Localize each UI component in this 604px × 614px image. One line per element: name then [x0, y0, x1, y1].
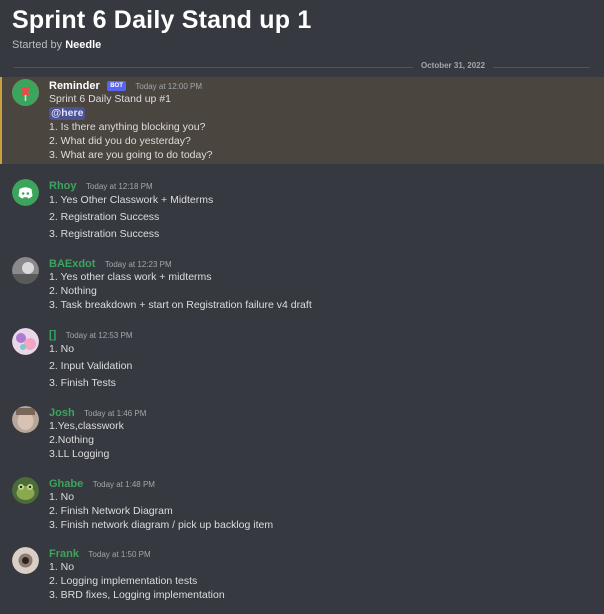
- started-by-prefix: Started by: [12, 39, 63, 51]
- message-header: Rhoy Today at 12:18 PM: [49, 178, 596, 192]
- photo-avatar[interactable]: [12, 257, 39, 284]
- pushpin-avatar[interactable]: [12, 79, 39, 106]
- author-name[interactable]: Ghabe: [49, 478, 83, 490]
- timestamp[interactable]: Today at 12:23 PM: [105, 260, 172, 269]
- message-rhoy[interactable]: Rhoy Today at 12:18 PM 1. Yes Other Clas…: [0, 177, 604, 243]
- message-line: 1.Yes,classwork: [49, 420, 124, 432]
- frog-avatar-icon: [12, 477, 39, 504]
- discord-logo-icon: [12, 179, 39, 206]
- message-line: 1. Is there anything blocking you?: [49, 121, 206, 133]
- timestamp[interactable]: Today at 1:46 PM: [84, 409, 146, 418]
- author-name[interactable]: Rhoy: [49, 180, 77, 192]
- message-line: Sprint 6 Daily Stand up #1: [49, 93, 171, 105]
- message-line: 3. What are you going to do today?: [49, 149, 213, 161]
- message-line: 1. Yes Other Classwork + Midterms: [49, 194, 214, 206]
- thread-started-by: Started by Needle: [12, 39, 312, 51]
- timestamp[interactable]: Today at 1:48 PM: [93, 480, 155, 489]
- message-line: 3. Finish network diagram / pick up back…: [49, 519, 274, 531]
- illustration-avatar[interactable]: [12, 328, 39, 355]
- message-line: 3. Registration Success: [49, 228, 160, 240]
- message-line: 3. Finish Tests: [49, 377, 116, 389]
- message-line: 3.LL Logging: [49, 448, 110, 460]
- photo-avatar[interactable]: [12, 406, 39, 433]
- eye-avatar[interactable]: [12, 547, 39, 574]
- here-mention[interactable]: @here: [49, 107, 86, 120]
- message-body: Frank Today at 1:50 PM 1. No 2. Logging …: [49, 546, 596, 602]
- author-name[interactable]: BAExdot: [49, 258, 95, 270]
- date-divider: October 31, 2022: [0, 61, 604, 73]
- pushpin-icon: [12, 79, 39, 106]
- author-name[interactable]: []: [49, 329, 56, 341]
- message-line: 2.Nothing: [49, 434, 94, 446]
- message-header: Frank Today at 1:50 PM: [49, 546, 596, 560]
- message-josh[interactable]: Josh Today at 1:46 PM 1.Yes,classwork 2.…: [0, 404, 604, 464]
- message-line: 2. Input Validation: [49, 360, 133, 372]
- message-line: 2. Logging implementation tests: [49, 575, 198, 587]
- message-baexdot[interactable]: BAExdot Today at 12:23 PM 1. Yes other c…: [0, 255, 604, 315]
- frog-avatar[interactable]: [12, 477, 39, 504]
- photo-avatar-icon: [12, 257, 39, 284]
- timestamp[interactable]: Today at 12:53 PM: [66, 331, 133, 340]
- message-body: Ghabe Today at 1:48 PM 1. No 2. Finish N…: [49, 476, 596, 532]
- message-header: Reminder BOT Today at 12:00 PM: [49, 78, 596, 92]
- message-bracket-user[interactable]: [] Today at 12:53 PM 1. No 2. Input Vali…: [0, 326, 604, 392]
- message-body: [] Today at 12:53 PM 1. No 2. Input Vali…: [49, 327, 596, 392]
- message-reminder[interactable]: Reminder BOT Today at 12:00 PM Sprint 6 …: [0, 77, 604, 164]
- message-line: 1. Yes other class work + midterms: [49, 271, 212, 283]
- bot-tag: BOT: [107, 81, 126, 91]
- message-line: 3. BRD fixes, Logging implementation: [49, 589, 225, 601]
- photo-avatar-icon: [12, 406, 39, 433]
- timestamp[interactable]: Today at 1:50 PM: [88, 550, 150, 559]
- author-name[interactable]: Reminder: [49, 80, 100, 92]
- discord-logo-avatar[interactable]: [12, 179, 39, 206]
- timestamp[interactable]: Today at 12:18 PM: [86, 182, 153, 191]
- message-body: Reminder BOT Today at 12:00 PM Sprint 6 …: [49, 78, 596, 162]
- message-line: 2. What did you do yesterday?: [49, 135, 191, 147]
- message-line: @here: [49, 106, 596, 120]
- thread-header: Sprint 6 Daily Stand up 1 Started by Nee…: [12, 6, 312, 51]
- message-body: Josh Today at 1:46 PM 1.Yes,classwork 2.…: [49, 405, 596, 461]
- thread-title: Sprint 6 Daily Stand up 1: [12, 6, 312, 34]
- message-line: 2. Registration Success: [49, 211, 160, 223]
- eye-avatar-icon: [12, 547, 39, 574]
- message-body: Rhoy Today at 12:18 PM 1. Yes Other Clas…: [49, 178, 596, 243]
- message-line: 2. Nothing: [49, 285, 97, 297]
- date-divider-label: October 31, 2022: [413, 61, 494, 70]
- message-body: BAExdot Today at 12:23 PM 1. Yes other c…: [49, 256, 596, 312]
- timestamp[interactable]: Today at 12:00 PM: [135, 82, 202, 91]
- illustration-avatar-icon: [12, 328, 39, 355]
- message-ghabe[interactable]: Ghabe Today at 1:48 PM 1. No 2. Finish N…: [0, 475, 604, 535]
- message-line: 3. Task breakdown + start on Registratio…: [49, 299, 312, 311]
- message-line: 1. No: [49, 491, 75, 503]
- author-name[interactable]: Frank: [49, 548, 79, 560]
- message-header: Josh Today at 1:46 PM: [49, 405, 596, 419]
- message-frank[interactable]: Frank Today at 1:50 PM 1. No 2. Logging …: [0, 545, 604, 605]
- started-by-user[interactable]: Needle: [65, 39, 101, 51]
- message-line: 1. No: [49, 343, 75, 355]
- divider-line: [14, 67, 590, 68]
- message-line: 1. No: [49, 561, 75, 573]
- message-line: 2. Finish Network Diagram: [49, 505, 173, 517]
- message-header: BAExdot Today at 12:23 PM: [49, 256, 596, 270]
- author-name[interactable]: Josh: [49, 407, 75, 419]
- message-header: [] Today at 12:53 PM: [49, 327, 596, 341]
- message-header: Ghabe Today at 1:48 PM: [49, 476, 596, 490]
